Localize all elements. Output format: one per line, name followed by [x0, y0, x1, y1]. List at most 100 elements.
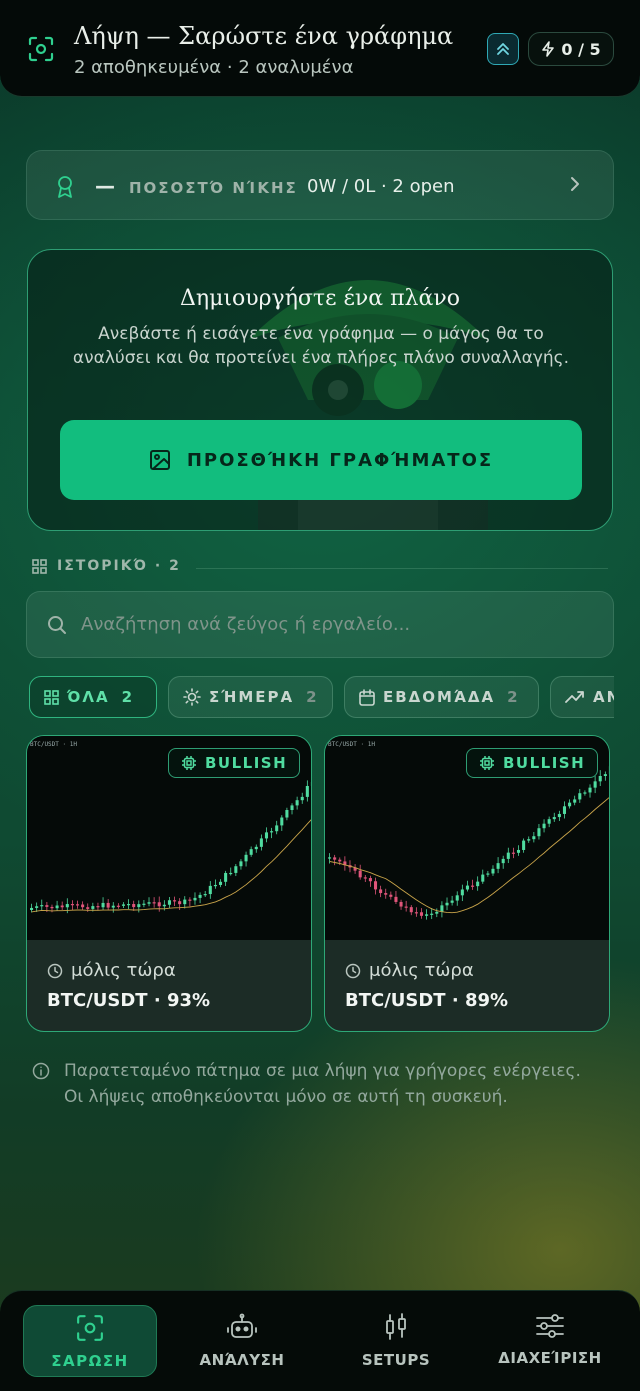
candle-body [86, 907, 90, 909]
filter-count: 2 [507, 688, 518, 706]
candle-body [568, 802, 572, 807]
nav-item-analysis[interactable]: ΑΝΆΛΥΣΗ [175, 1305, 309, 1377]
candle-body [101, 902, 105, 908]
win-rate-dash: — [95, 174, 115, 198]
candle-body [55, 905, 59, 909]
candle-body [234, 866, 238, 873]
page-subtitle: 2 αποθηκευμένα · 2 αναλυμένα [74, 57, 354, 78]
candle-body [137, 904, 141, 908]
candle-body [132, 904, 136, 908]
sliders-icon [536, 1314, 564, 1338]
candle-body [50, 906, 54, 909]
candle-body [45, 905, 49, 907]
moving-average-line [329, 797, 609, 914]
nav-label: SETUPS [361, 1351, 431, 1369]
candle-body [527, 839, 531, 841]
candle-body [35, 906, 39, 908]
candle-body [290, 805, 294, 811]
filter-chip-week[interactable]: ΕΒΔΟΜΆΔΑ 2 [344, 676, 539, 718]
candle-body [465, 885, 469, 890]
history-divider [196, 568, 608, 569]
scan-frame-icon [77, 1315, 103, 1341]
win-rate-value: 0W / 0L · 2 open [307, 176, 455, 197]
candle-body [450, 900, 454, 903]
candle-body [532, 836, 536, 840]
candle-body [496, 863, 500, 869]
page-title: Λήψη — Σαρώστε ένα γράφημα [74, 22, 454, 50]
candle-body [501, 858, 505, 864]
candle-body [608, 766, 609, 775]
candle-body [578, 793, 582, 800]
candle-body [300, 796, 304, 801]
credits-value: 0 / 5 [561, 39, 601, 59]
search-bar[interactable] [26, 591, 614, 658]
scan-card[interactable]: BTC/USDT · 1H BULLISH μόλις τώρα BTC/USD… [324, 735, 610, 1032]
candle-body [562, 806, 567, 814]
badge-label: BULLISH [503, 754, 586, 772]
candle-body [455, 895, 459, 901]
clock-icon [47, 963, 63, 978]
nav-label: ΔΙΑΧΕΊΡΙΣΗ [498, 1349, 602, 1367]
candle-body [198, 894, 202, 898]
chip-icon [182, 756, 196, 770]
add-chart-button[interactable]: ΠΡΟΣΘΉΚΗ ΓΡΑΦΉΜΑΤΟΣ [60, 420, 582, 500]
candle-body [440, 905, 444, 912]
scan-time: μόλις τώρα [345, 960, 474, 981]
candle-body [389, 894, 393, 897]
candle-body [70, 904, 74, 906]
award-icon [58, 176, 72, 198]
nav-item-management[interactable]: ΔΙΑΧΕΊΡΙΣΗ [483, 1305, 617, 1377]
lightning-icon [542, 41, 555, 57]
candle-body [583, 792, 587, 794]
filter-chip-trending[interactable]: ΑΝ [550, 676, 614, 718]
candle-body [183, 899, 187, 905]
scan-time: μόλις τώρα [47, 960, 176, 981]
nav-item-setups[interactable]: SETUPS [329, 1305, 463, 1377]
candle-body [157, 902, 161, 907]
candle-body [435, 911, 439, 914]
candle-body [522, 840, 526, 850]
candle-body [486, 873, 490, 875]
scan-time-label: μόλις τώρα [71, 960, 176, 981]
candle-body [65, 904, 69, 908]
nav-item-scan[interactable]: ΣΑΡΩΣΗ [23, 1305, 157, 1377]
candle-body [75, 904, 80, 906]
scan-card[interactable]: BTC/USDT · 1H BULLISH μόλις τώρα BTC/USD… [26, 735, 312, 1032]
create-plan-description: Ανεβάστε ή εισάγετε ένα γράφημα — ο μάγο… [72, 324, 570, 368]
candle-body [516, 849, 521, 853]
candle-body [40, 905, 44, 907]
candle-body [373, 881, 378, 890]
candle-body [96, 906, 100, 908]
grid-icon [32, 558, 47, 574]
search-input[interactable] [81, 614, 581, 635]
win-rate-bar[interactable]: — ΠΟΣΟΣΤΌ ΝΊΚΗΣ 0W / 0L · 2 open [26, 150, 614, 220]
filter-chip-today[interactable]: ΣΉΜΕΡΑ 2 [168, 676, 333, 718]
candle-body [547, 819, 551, 824]
candle-body [152, 902, 156, 904]
scan-frame-icon [28, 36, 54, 62]
chart-tag: BTC/USDT · 1H [328, 741, 375, 748]
candle-body [358, 870, 362, 878]
filter-count: 2 [121, 688, 133, 706]
candle-body [162, 904, 166, 907]
win-rate-label: ΠΟΣΟΣΤΌ ΝΊΚΗΣ [129, 179, 298, 197]
candle-body [224, 872, 228, 882]
badge-label: BULLISH [205, 754, 288, 772]
moving-average-line [31, 819, 311, 913]
robot-icon [227, 1313, 257, 1338]
rank-button[interactable] [487, 33, 519, 65]
credits-counter[interactable]: 0 / 5 [528, 32, 614, 66]
scan-chart-thumbnail: BTC/USDT · 1H BULLISH [325, 736, 609, 940]
candle-body [239, 861, 243, 867]
candle-body [384, 893, 388, 895]
candle-body [285, 810, 289, 818]
filter-label: ΌΛΑ [67, 688, 110, 706]
candle-body [259, 838, 263, 847]
scan-chart-thumbnail: BTC/USDT · 1H BULLISH [27, 736, 311, 940]
candle-body [603, 774, 607, 776]
candle-body [127, 904, 131, 906]
filter-chip-all[interactable]: ΌΛΑ 2 [29, 676, 157, 718]
candle-body [542, 823, 546, 829]
candle-body [338, 859, 342, 862]
candle-body [598, 775, 602, 782]
